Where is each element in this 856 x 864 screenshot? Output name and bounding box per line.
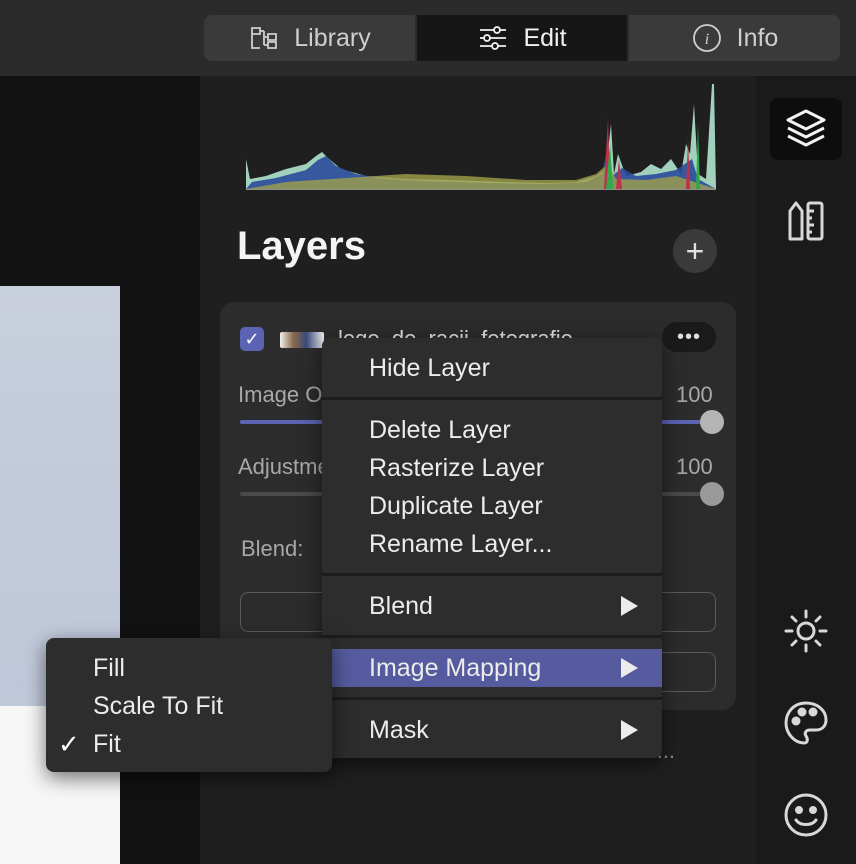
menu-item-duplicate-layer[interactable]: Duplicate Layer — [322, 487, 662, 525]
library-icon — [251, 27, 278, 49]
image-opacity-value: 100 — [676, 382, 713, 407]
submenu-arrow-icon — [621, 720, 638, 740]
add-layer-button[interactable]: + — [673, 229, 717, 273]
menu-item-image-mapping[interactable]: Image Mapping — [322, 649, 662, 687]
histogram — [246, 84, 716, 190]
menu-item-label: Image Mapping — [369, 653, 542, 682]
menu-item-blend[interactable]: Blend — [322, 587, 662, 625]
menu-item-label: Rasterize Layer — [369, 453, 545, 482]
menu-item-label: Hide Layer — [369, 353, 490, 382]
tab-edit[interactable]: Edit — [417, 15, 627, 61]
sidebar-layers[interactable] — [770, 98, 842, 160]
submenu-item-label: Fill — [93, 653, 125, 682]
sidebar-color[interactable] — [770, 692, 842, 754]
top-toolbar: Library Edit i Info — [0, 0, 856, 76]
menu-item-label: Duplicate Layer — [369, 491, 543, 520]
menu-item-label: Blend — [369, 591, 433, 620]
menu-separator — [322, 573, 662, 576]
layer-visibility-checkbox[interactable]: ✓ — [240, 327, 264, 351]
checkmark-icon: ✓ — [58, 729, 80, 759]
adjustments-value: 100 — [676, 454, 713, 479]
image-mapping-submenu: Fill Scale To Fit ✓ Fit — [46, 638, 332, 772]
layers-icon — [786, 109, 826, 147]
blend-label: Blend: — [241, 536, 304, 561]
tab-info-label: Info — [736, 23, 779, 52]
menu-item-label: Mask — [369, 715, 429, 744]
submenu-item-fit[interactable]: ✓ Fit — [46, 725, 332, 763]
sidebar-measure[interactable] — [770, 190, 842, 252]
menu-item-delete-layer[interactable]: Delete Layer — [322, 411, 662, 449]
submenu-arrow-icon — [621, 596, 638, 616]
info-icon: i — [692, 24, 721, 52]
sidebar-retouch[interactable] — [770, 784, 842, 846]
menu-item-label: Delete Layer — [369, 415, 511, 444]
palette-icon — [784, 701, 828, 745]
submenu-item-label: Scale To Fit — [93, 691, 224, 720]
plus-icon: + — [685, 233, 705, 269]
app-window: Library Edit i Info Layers + ✓ ••• Image… — [0, 0, 856, 864]
tab-library[interactable]: Library — [204, 15, 415, 61]
sun-icon — [784, 609, 828, 653]
submenu-item-fill[interactable]: Fill — [46, 649, 332, 687]
menu-item-hide-layer[interactable]: Hide Layer — [322, 349, 662, 387]
menu-separator — [322, 397, 662, 400]
ruler-icon — [788, 201, 824, 241]
smiley-icon — [784, 793, 828, 837]
menu-item-label: Rename Layer... — [369, 529, 553, 558]
layer-thumbnail — [280, 332, 324, 348]
tab-library-label: Library — [294, 23, 371, 52]
menu-item-rename-layer[interactable]: Rename Layer... — [322, 525, 662, 563]
sidebar-adjust[interactable] — [770, 600, 842, 662]
menu-item-rasterize-layer[interactable]: Rasterize Layer — [322, 449, 662, 487]
submenu-arrow-icon — [621, 658, 638, 678]
layer-more-button[interactable]: ••• — [662, 322, 716, 352]
menu-item-mask[interactable]: Mask — [322, 711, 662, 749]
adjustments-slider-knob[interactable] — [700, 482, 724, 506]
image-opacity-slider-knob[interactable] — [700, 410, 724, 434]
tab-info[interactable]: i Info — [629, 15, 840, 61]
layer-context-menu: Hide Layer Delete Layer Rasterize Layer … — [322, 338, 662, 758]
canvas-image — [0, 286, 120, 864]
svg-text:i: i — [704, 31, 708, 48]
tab-edit-label: Edit — [523, 23, 567, 52]
submenu-item-scale-to-fit[interactable]: Scale To Fit — [46, 687, 332, 725]
layers-title: Layers — [237, 224, 366, 268]
checkmark-icon: ✓ — [244, 328, 260, 349]
sliders-icon — [480, 26, 507, 50]
menu-separator — [322, 635, 662, 638]
menu-separator — [322, 697, 662, 700]
submenu-item-label: Fit — [93, 729, 121, 758]
